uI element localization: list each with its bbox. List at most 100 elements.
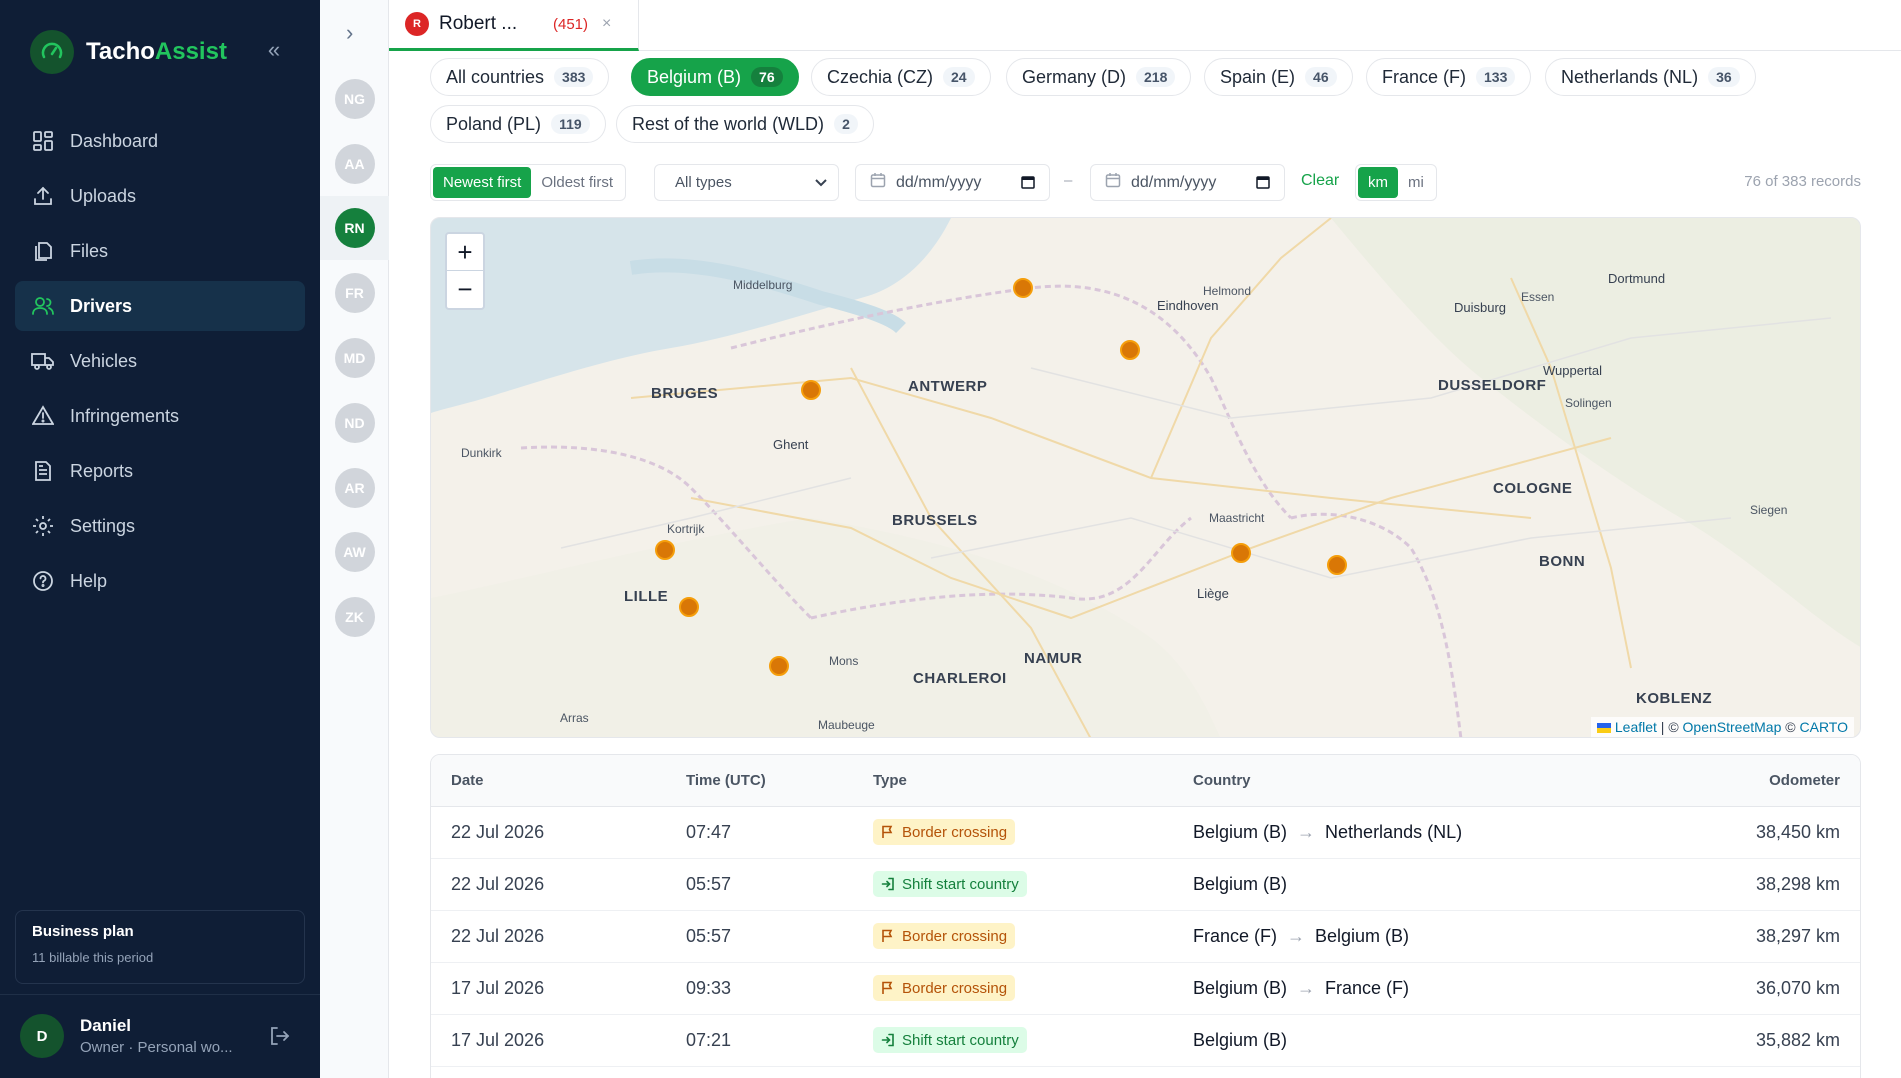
country-pill-netherlands[interactable]: Netherlands (NL) 36 <box>1545 58 1756 96</box>
country-pill-czechia[interactable]: Czechia (CZ) 24 <box>811 58 991 96</box>
avatar: NG <box>334 79 375 119</box>
table-row[interactable]: 17 Jul 2026 07:21 Shift start country Be… <box>431 1015 1860 1067</box>
rail-driver-md[interactable]: MD <box>320 326 389 390</box>
rail-driver-fr[interactable]: FR <box>320 261 389 325</box>
unit-mi-button[interactable]: mi <box>1398 167 1434 198</box>
map-base <box>431 218 1860 737</box>
osm-link[interactable]: OpenStreetMap <box>1683 719 1782 735</box>
tab-driver-robert[interactable]: R Robert ... (451) × <box>389 0 639 51</box>
rail-driver-rn[interactable]: RN <box>320 196 389 260</box>
user-profile[interactable]: D Daniel Owner · Personal wo... <box>20 1014 233 1058</box>
zoom-out-button[interactable]: − <box>447 271 483 308</box>
sort-toggle: Newest first Oldest first <box>430 164 627 201</box>
warning-icon <box>30 403 56 429</box>
sidebar-item-vehicles[interactable]: Vehicles <box>15 336 305 386</box>
upload-icon <box>30 183 56 209</box>
users-icon <box>30 293 56 319</box>
rail-driver-aa[interactable]: AA <box>320 132 389 196</box>
sidebar-item-drivers[interactable]: Drivers <box>15 281 305 331</box>
carto-link[interactable]: CARTO <box>1800 719 1849 735</box>
rail-driver-nd[interactable]: ND <box>320 391 389 455</box>
map-marker[interactable] <box>1120 340 1140 360</box>
date-to-input[interactable]: dd/mm/yyyy <box>1090 164 1285 201</box>
map-label: Wuppertal <box>1543 363 1603 378</box>
plan-subtitle: 11 billable this period <box>32 950 154 965</box>
table-row[interactable]: 17 Jul 2026 09:33 Border crossing Belgiu… <box>431 963 1860 1015</box>
map-label: Siegen <box>1750 503 1788 517</box>
cell-country: Belgium (B) → France (F) <box>1193 978 1410 998</box>
country-pill-all[interactable]: All countries 383 <box>430 58 610 96</box>
map-label: Kortrijk <box>667 522 705 536</box>
table-row[interactable]: 22 Jul 2026 07:47 Border crossing Belgiu… <box>431 807 1860 859</box>
map-label: Mons <box>829 654 859 668</box>
zoom-in-button[interactable]: + <box>447 234 483 271</box>
map-label: Ghent <box>773 437 809 452</box>
cell-odometer: 35,882 km <box>1755 1030 1840 1050</box>
calendar-picker-icon[interactable] <box>1256 175 1270 194</box>
map-marker[interactable] <box>801 380 821 400</box>
logout-icon[interactable] <box>268 1025 290 1047</box>
sidebar-item-help[interactable]: Help <box>15 556 305 606</box>
map-marker[interactable] <box>769 656 789 676</box>
cell-odometer: 38,298 km <box>1755 874 1840 894</box>
gauge-icon <box>30 30 74 74</box>
rail-driver-ng[interactable]: NG <box>320 67 389 131</box>
map[interactable]: + − Middelburg BRUGES ANTWERP Ghent Dunk… <box>430 217 1861 738</box>
close-icon[interactable]: × <box>602 15 611 33</box>
map-label: BRUGES <box>651 385 719 402</box>
map-marker[interactable] <box>1327 555 1347 575</box>
map-marker[interactable] <box>1013 278 1033 298</box>
header-date[interactable]: Date <box>451 772 484 789</box>
chevron-right-icon[interactable]: › <box>346 20 353 46</box>
collapse-sidebar-icon[interactable]: « <box>262 39 286 64</box>
header-odometer[interactable]: Odometer <box>1769 772 1840 789</box>
country-pill-poland[interactable]: Poland (PL) 119 <box>430 105 606 143</box>
arrow-right-icon: → <box>1297 978 1316 998</box>
login-icon <box>881 877 894 891</box>
type-badge: Border crossing <box>873 975 1016 1001</box>
sidebar-item-label: Reports <box>70 460 134 481</box>
clear-button[interactable]: Clear <box>1301 172 1339 190</box>
cell-odometer: 38,450 km <box>1755 822 1840 842</box>
unit-km-button[interactable]: km <box>1358 167 1398 198</box>
date-to-value: dd/mm/yyyy <box>1131 173 1217 191</box>
avatar: R <box>405 12 429 36</box>
brand[interactable]: TachoAssist <box>30 30 227 74</box>
header-type[interactable]: Type <box>873 772 907 789</box>
sidebar-item-dashboard[interactable]: Dashboard <box>15 116 305 166</box>
table-row[interactable]: 22 Jul 2026 05:57 Shift start country Be… <box>431 859 1860 911</box>
header-time[interactable]: Time (UTC) <box>686 772 766 789</box>
sidebar-item-uploads[interactable]: Uploads <box>15 171 305 221</box>
rail-driver-zk[interactable]: ZK <box>320 585 389 649</box>
type-select[interactable]: All types <box>654 164 839 201</box>
type-badge: Border crossing <box>873 923 1016 949</box>
map-label: COLOGNE <box>1493 480 1573 497</box>
rail-driver-ar[interactable]: AR <box>320 456 389 520</box>
date-from-input[interactable]: dd/mm/yyyy <box>855 164 1050 201</box>
sidebar-item-label: Drivers <box>70 295 133 316</box>
sort-oldest-button[interactable]: Oldest first <box>531 167 623 198</box>
table-row[interactable]: 22 Jul 2026 05:57 Border crossing France… <box>431 911 1860 963</box>
sidebar-item-settings[interactable]: Settings <box>15 501 305 551</box>
sidebar-item-infringements[interactable]: Infringements <box>15 391 305 441</box>
country-pill-rest-of-world[interactable]: Rest of the world (WLD) 2 <box>616 105 874 143</box>
map-marker[interactable] <box>655 540 675 560</box>
sidebar-item-reports[interactable]: Reports <box>15 446 305 496</box>
country-pill-belgium[interactable]: Belgium (B) 76 <box>631 58 799 96</box>
sidebar-item-files[interactable]: Files <box>15 226 305 276</box>
sidebar-item-label: Help <box>70 570 108 591</box>
map-marker[interactable] <box>679 597 699 617</box>
calendar-picker-icon[interactable] <box>1021 175 1035 194</box>
plan-box[interactable]: Business plan 11 billable this period <box>15 910 305 984</box>
country-pill-spain[interactable]: Spain (E) 46 <box>1204 58 1353 96</box>
rail-driver-aw[interactable]: AW <box>320 520 389 584</box>
sort-newest-button[interactable]: Newest first <box>433 167 532 198</box>
country-pill-france[interactable]: France (F) 133 <box>1366 58 1532 96</box>
map-marker[interactable] <box>1231 543 1251 563</box>
count-badge: 218 <box>1136 67 1176 87</box>
user-name: Daniel <box>80 1016 132 1035</box>
country-pill-germany[interactable]: Germany (D) 218 <box>1006 58 1192 96</box>
leaflet-link[interactable]: Leaflet <box>1615 719 1657 735</box>
events-table: Date Time (UTC) Type Country Odometer 22… <box>430 754 1861 1078</box>
header-country[interactable]: Country <box>1193 772 1251 789</box>
